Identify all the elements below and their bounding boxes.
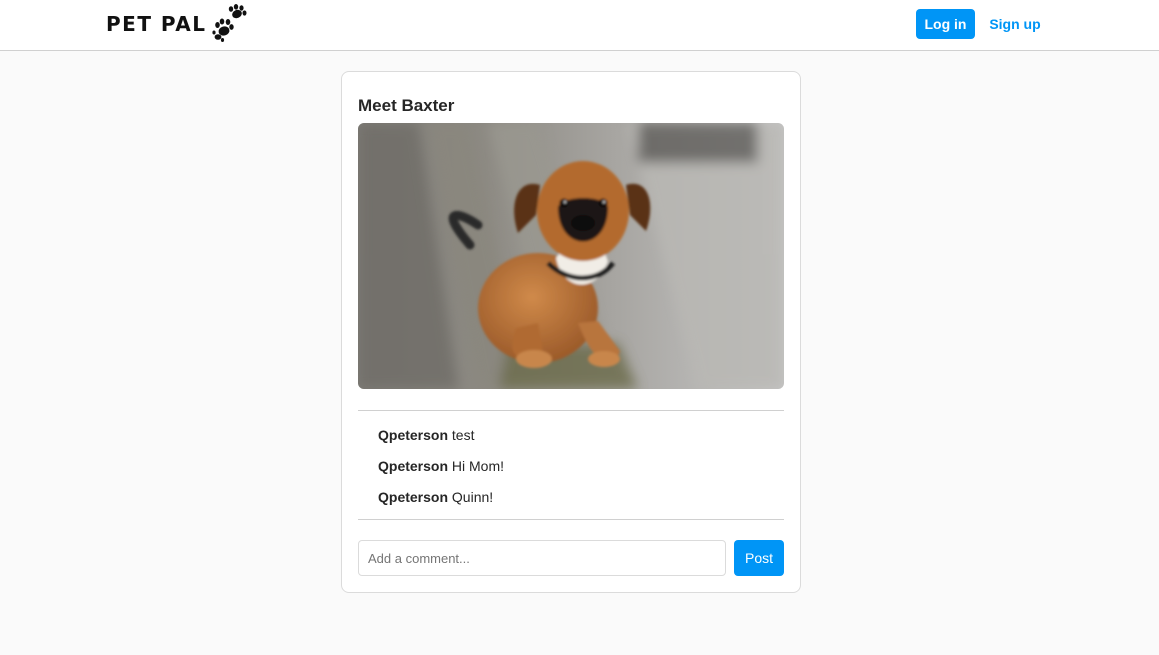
- comment-item: Qpeterson Hi Mom!: [378, 457, 778, 488]
- comment-list: Qpeterson test Qpeterson Hi Mom! Qpeters…: [378, 426, 778, 519]
- top-navbar: PET PAL Log in Sign up: [0, 0, 1159, 51]
- comment-text: Quinn!: [451, 489, 494, 505]
- comment-text: Hi Mom!: [451, 458, 505, 474]
- comment-item: Qpeterson Quinn!: [378, 488, 778, 519]
- comment-input[interactable]: [358, 540, 726, 576]
- comment-text: test: [451, 427, 475, 443]
- signup-button[interactable]: Sign up: [984, 9, 1046, 39]
- logo-text: PET PAL: [106, 12, 207, 36]
- post-title: Meet Baxter: [358, 96, 455, 115]
- pet-photo: [358, 123, 784, 389]
- comment-username[interactable]: Qpeterson: [378, 427, 448, 443]
- divider: [358, 410, 784, 411]
- paw-print-icon: [212, 4, 247, 42]
- post-card: Meet Baxter Qpeterson test Qpeterson Hi …: [341, 71, 801, 593]
- logo-link[interactable]: PET PAL: [106, 4, 249, 44]
- divider: [358, 519, 784, 520]
- comment-item: Qpeterson test: [378, 426, 778, 457]
- login-button[interactable]: Log in: [916, 9, 975, 39]
- post-comment-button[interactable]: Post: [734, 540, 784, 576]
- comment-username[interactable]: Qpeterson: [378, 489, 448, 505]
- comment-username[interactable]: Qpeterson: [378, 458, 448, 474]
